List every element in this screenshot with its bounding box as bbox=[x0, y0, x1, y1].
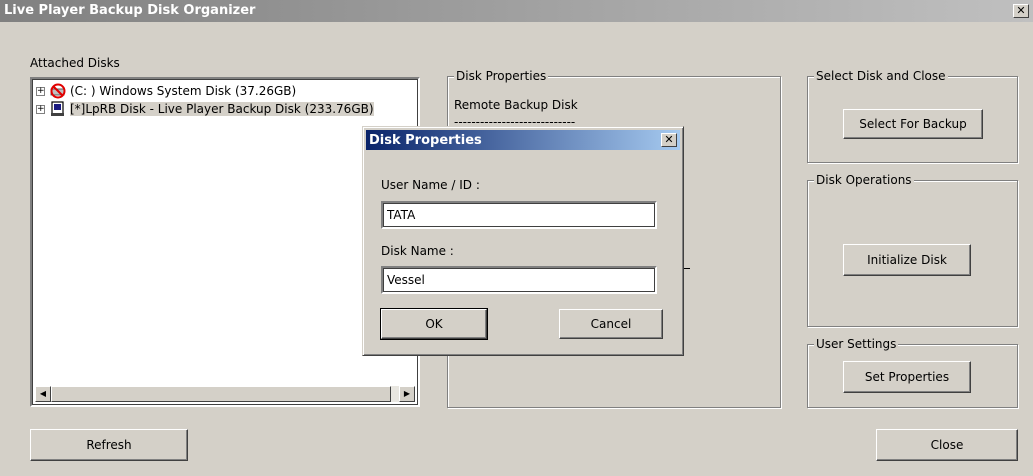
tree-item-label: (C: ) Windows System Disk (37.26GB) bbox=[70, 84, 297, 98]
select-disk-group: Select Disk and Close Select For Backup bbox=[807, 69, 1018, 163]
tree-horizontal-scrollbar[interactable]: ◀ ▶ bbox=[35, 386, 415, 402]
window-close-button[interactable]: ✕ bbox=[1013, 4, 1029, 18]
user-name-field[interactable] bbox=[381, 201, 657, 229]
scroll-right-icon[interactable]: ▶ bbox=[399, 386, 415, 402]
disk-properties-dialog: Disk Properties ✕ User Name / ID : Disk … bbox=[362, 126, 684, 356]
user-name-label: User Name / ID : bbox=[381, 178, 480, 192]
disk-type-text: Remote Backup Disk bbox=[454, 98, 578, 112]
disk-name-label: Disk Name : bbox=[381, 244, 454, 258]
scroll-left-icon[interactable]: ◀ bbox=[35, 386, 51, 402]
disk-name-field[interactable] bbox=[381, 266, 657, 294]
disk-operations-group-title: Disk Operations bbox=[814, 173, 914, 187]
user-settings-group-title: User Settings bbox=[814, 337, 899, 351]
ok-button[interactable]: OK bbox=[380, 308, 488, 340]
disk-operations-group: Disk Operations Initialize Disk bbox=[807, 173, 1018, 327]
tree-item-system-disk[interactable]: + (C: ) Windows System Disk (37.26GB) bbox=[36, 82, 418, 100]
select-for-backup-button[interactable]: Select For Backup bbox=[843, 109, 983, 139]
expand-icon[interactable]: + bbox=[36, 86, 45, 96]
initialize-disk-button[interactable]: Initialize Disk bbox=[843, 244, 971, 276]
cancel-button[interactable]: Cancel bbox=[559, 309, 663, 339]
dialog-title: Disk Properties bbox=[369, 133, 482, 148]
dialog-titlebar[interactable]: Disk Properties ✕ bbox=[366, 130, 680, 150]
scroll-thumb[interactable] bbox=[51, 386, 391, 402]
main-window: Live Player Backup Disk Organizer ✕ Atta… bbox=[0, 0, 1033, 476]
disk-properties-group-title: Disk Properties bbox=[454, 69, 549, 83]
tree-item-label: [*]LpRB Disk - Live Player Backup Disk (… bbox=[70, 102, 374, 116]
no-entry-disk-icon bbox=[50, 83, 66, 99]
user-settings-group: User Settings Set Properties bbox=[807, 337, 1018, 408]
window-titlebar[interactable]: Live Player Backup Disk Organizer ✕ bbox=[0, 0, 1033, 22]
attached-disks-label: Attached Disks bbox=[30, 56, 120, 70]
panel-line-fragment bbox=[684, 268, 690, 269]
close-button[interactable]: Close bbox=[876, 429, 1018, 461]
tree-item-backup-disk[interactable]: + [*]LpRB Disk - Live Player Backup Disk… bbox=[36, 100, 418, 118]
set-properties-button[interactable]: Set Properties bbox=[843, 361, 971, 393]
expand-icon[interactable]: + bbox=[36, 104, 45, 114]
dialog-close-button[interactable]: ✕ bbox=[661, 133, 677, 147]
select-disk-group-title: Select Disk and Close bbox=[814, 69, 948, 83]
backup-disk-icon bbox=[51, 101, 64, 116]
window-title: Live Player Backup Disk Organizer bbox=[4, 3, 256, 18]
refresh-button[interactable]: Refresh bbox=[30, 429, 188, 461]
